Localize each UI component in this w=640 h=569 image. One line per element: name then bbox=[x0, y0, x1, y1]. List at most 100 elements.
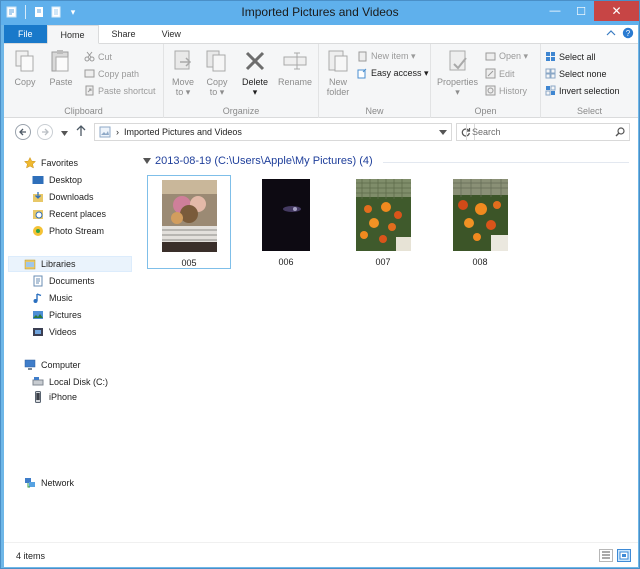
organize-group: Move to ▾ Copy to ▾ Delete ▾ Rename Orga… bbox=[164, 44, 319, 118]
back-button[interactable] bbox=[15, 124, 31, 140]
file-thumbnail[interactable]: 007 bbox=[341, 175, 425, 269]
move-to-button[interactable]: Move to ▾ bbox=[170, 48, 196, 97]
open-label: Open bbox=[474, 106, 497, 116]
copy-path-button[interactable]: Copy path bbox=[84, 68, 139, 79]
invert-selection-button[interactable]: Invert selection bbox=[545, 85, 620, 96]
collapse-chevron-icon bbox=[143, 158, 151, 164]
local-disk-icon bbox=[32, 376, 44, 388]
nav-photo-stream[interactable]: Photo Stream bbox=[32, 223, 104, 239]
select-none-button[interactable]: Select none bbox=[545, 68, 607, 79]
forward-button[interactable] bbox=[37, 124, 53, 140]
paste-button[interactable]: Paste bbox=[48, 48, 74, 87]
nav-libraries[interactable]: Libraries bbox=[8, 256, 132, 272]
nav-favorites[interactable]: Favorites bbox=[24, 155, 78, 171]
paste-shortcut-button[interactable]: Paste shortcut bbox=[84, 85, 156, 96]
search-icon[interactable] bbox=[615, 127, 625, 140]
history-icon bbox=[485, 85, 496, 96]
title-bar: ▾ Imported Pictures and Videos — ☐ ✕ bbox=[1, 1, 639, 25]
tab-view[interactable]: View bbox=[149, 25, 194, 43]
tab-home[interactable]: Home bbox=[46, 25, 99, 44]
up-button[interactable] bbox=[76, 125, 86, 139]
properties-icon bbox=[449, 50, 467, 71]
file-thumbnail[interactable]: 005 bbox=[147, 175, 231, 269]
computer-icon bbox=[24, 359, 36, 371]
group-header-label: 2013-08-19 (C:\Users\Apple\My Pictures) … bbox=[155, 155, 373, 167]
nav-network[interactable]: Network bbox=[24, 475, 74, 491]
chevron-down-icon bbox=[439, 130, 447, 135]
history-button[interactable]: History bbox=[485, 85, 527, 96]
minimize-ribbon-icon[interactable] bbox=[606, 29, 616, 39]
search-box[interactable]: Search bbox=[466, 123, 630, 141]
nav-pictures[interactable]: Pictures bbox=[32, 307, 82, 323]
new-item-button[interactable]: New item ▾ bbox=[357, 51, 416, 62]
invert-selection-icon bbox=[545, 85, 556, 96]
nav-documents[interactable]: Documents bbox=[32, 273, 95, 289]
new-folder-button[interactable]: New folder bbox=[325, 48, 351, 97]
file-list: 2013-08-19 (C:\Users\Apple\My Pictures) … bbox=[135, 146, 638, 542]
clipboard-label: Clipboard bbox=[64, 106, 103, 116]
nav-videos[interactable]: Videos bbox=[32, 324, 76, 340]
imported-pictures-icon bbox=[99, 126, 111, 138]
svg-text:?: ? bbox=[626, 29, 631, 38]
breadcrumb-separator[interactable]: › bbox=[116, 127, 119, 137]
ribbon-tabs: File Home Share View ? bbox=[4, 25, 638, 44]
copy-button[interactable]: Copy bbox=[12, 48, 38, 87]
libraries-icon bbox=[24, 258, 36, 270]
copy-to-icon bbox=[206, 50, 226, 72]
properties-button[interactable]: Properties ▾ bbox=[437, 48, 478, 97]
address-bar[interactable]: › Imported Pictures and Videos bbox=[94, 123, 452, 141]
file-thumbnail[interactable]: 008 bbox=[438, 175, 522, 269]
nav-music[interactable]: Music bbox=[32, 290, 73, 306]
nav-local-disk[interactable]: Local Disk (C:) bbox=[32, 374, 108, 390]
paste-label: Paste bbox=[49, 77, 73, 87]
open-button[interactable]: Open ▾ bbox=[485, 51, 528, 62]
ribbon: Copy Paste Cut Copy path Paste shortcut … bbox=[4, 44, 638, 118]
photo-thumbnail-005 bbox=[161, 180, 217, 252]
details-view-button[interactable] bbox=[599, 549, 613, 562]
rename-button[interactable]: Rename bbox=[278, 48, 312, 87]
easy-access-button[interactable]: Easy access ▾ bbox=[357, 68, 429, 79]
file-thumbnail[interactable]: 006 bbox=[244, 175, 328, 269]
paste-icon bbox=[51, 50, 69, 72]
nav-downloads[interactable]: Downloads bbox=[32, 189, 94, 205]
nav-iphone[interactable]: iPhone bbox=[32, 389, 77, 405]
edit-icon bbox=[485, 68, 496, 79]
nav-desktop[interactable]: Desktop bbox=[32, 172, 82, 188]
cut-button[interactable]: Cut bbox=[84, 51, 112, 62]
clipboard-group: Copy Paste Cut Copy path Paste shortcut … bbox=[4, 44, 164, 118]
select-all-icon bbox=[546, 52, 555, 61]
minimize-button[interactable]: — bbox=[542, 1, 568, 21]
select-all-button[interactable]: Select all bbox=[545, 51, 596, 62]
open-group: Properties ▾ Open ▾ Edit History Open bbox=[431, 44, 541, 118]
tab-file[interactable]: File bbox=[4, 25, 47, 43]
copy-path-icon bbox=[84, 69, 95, 78]
file-name: 005 bbox=[181, 258, 197, 268]
recent-locations-button[interactable] bbox=[61, 128, 68, 138]
large-icons-view-button[interactable] bbox=[617, 549, 631, 562]
edit-button[interactable]: Edit bbox=[485, 68, 515, 79]
tab-share[interactable]: Share bbox=[99, 25, 149, 43]
window-controls: — ☐ ✕ bbox=[542, 1, 639, 21]
address-history-dropdown[interactable] bbox=[439, 127, 451, 137]
scissors-icon bbox=[84, 51, 95, 62]
nav-computer[interactable]: Computer bbox=[24, 357, 81, 373]
new-group: New folder New item ▾ Easy access ▾ New bbox=[319, 44, 431, 118]
folder-icon bbox=[328, 50, 348, 72]
select-none-icon bbox=[545, 68, 556, 79]
nav-recent-places[interactable]: Recent places bbox=[32, 206, 106, 222]
delete-button[interactable]: Delete ▾ bbox=[242, 48, 268, 97]
help-icon[interactable]: ? bbox=[622, 27, 634, 41]
photo-thumbnail-006 bbox=[262, 179, 310, 251]
photo-thumbnail-008 bbox=[452, 179, 508, 251]
delete-icon bbox=[245, 51, 265, 71]
pictures-icon bbox=[32, 309, 44, 321]
breadcrumb-current[interactable]: Imported Pictures and Videos bbox=[124, 127, 242, 137]
copy-to-button[interactable]: Copy to ▾ bbox=[204, 48, 230, 97]
group-header[interactable]: 2013-08-19 (C:\Users\Apple\My Pictures) … bbox=[143, 155, 629, 167]
copy-label: Copy bbox=[14, 77, 36, 87]
maximize-button[interactable]: ☐ bbox=[568, 1, 594, 21]
music-icon bbox=[32, 292, 44, 304]
close-button[interactable]: ✕ bbox=[594, 1, 639, 21]
ribbon-controls: ? bbox=[606, 25, 638, 43]
photo-thumbnail-007 bbox=[355, 179, 411, 251]
